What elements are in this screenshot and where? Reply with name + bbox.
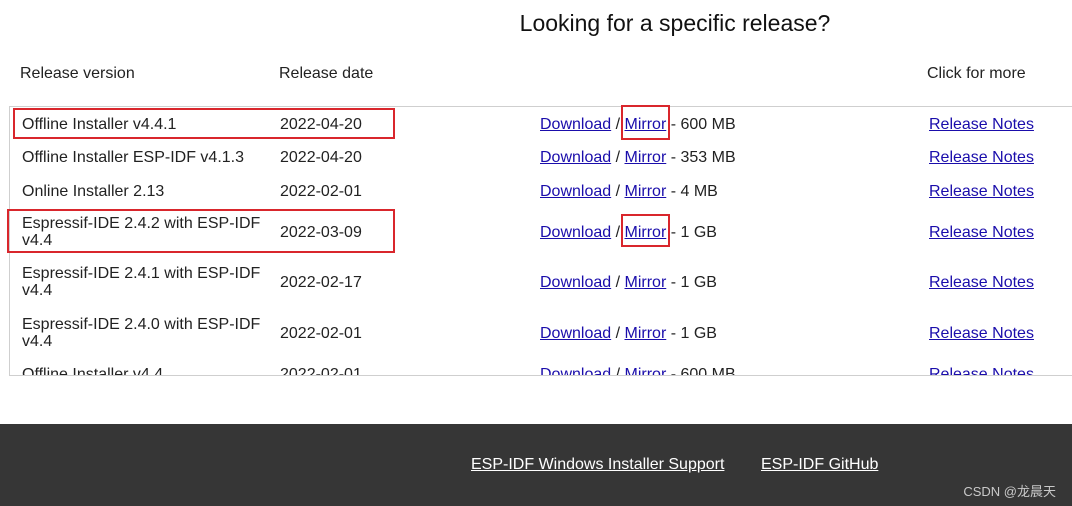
release-name: Espressif-IDE 2.4.2 with ESP-IDF v4.4 (22, 215, 261, 249)
header-click-for-more: Click for more (927, 65, 1026, 82)
file-size: - 4 MB (670, 183, 718, 200)
release-notes-link[interactable]: Release Notes (929, 274, 1034, 291)
file-size: - 353 MB (670, 149, 736, 166)
header-release-version: Release version (20, 65, 135, 82)
download-link[interactable]: Download (540, 183, 611, 200)
release-notes-link[interactable]: Release Notes (929, 116, 1034, 133)
installer-support-link[interactable]: ESP-IDF Windows Installer Support (471, 456, 724, 474)
download-links: Download / Mirror - 1 GB (540, 224, 717, 241)
file-size: - 600 MB (670, 116, 736, 133)
release-date: 2022-04-20 (280, 149, 362, 166)
github-link[interactable]: ESP-IDF GitHub (761, 456, 878, 474)
mirror-link[interactable]: Mirror (625, 183, 667, 200)
mirror-link[interactable]: Mirror (625, 274, 667, 291)
release-name: Online Installer 2.13 (22, 183, 165, 200)
release-date: 2022-02-01 (280, 325, 362, 342)
download-link[interactable]: Download (540, 149, 611, 166)
release-name: Espressif-IDE 2.4.1 with ESP-IDF v4.4 (22, 265, 261, 299)
download-links: Download / Mirror - 600 MB (540, 366, 736, 376)
download-link[interactable]: Download (540, 325, 611, 342)
download-links: Download / Mirror - 4 MB (540, 183, 718, 200)
download-link[interactable]: Download (540, 116, 611, 133)
footer: ESP-IDF Windows Installer Support ESP-ID… (0, 424, 1072, 506)
release-name: Offline Installer ESP-IDF v4.1.3 (22, 149, 245, 166)
release-notes-link[interactable]: Release Notes (929, 149, 1034, 166)
release-notes-link[interactable]: Release Notes (929, 183, 1034, 200)
release-notes-link[interactable]: Release Notes (929, 366, 1034, 375)
file-size: - 1 GB (670, 274, 717, 291)
download-links: Download / Mirror - 600 MB (540, 116, 736, 133)
file-size: - 600 MB (670, 366, 736, 376)
download-links: Download / Mirror - 1 GB (540, 325, 717, 342)
mirror-link[interactable]: Mirror (625, 116, 667, 133)
release-date: 2022-04-20 (280, 116, 362, 133)
file-size: - 1 GB (670, 325, 717, 342)
download-link[interactable]: Download (540, 224, 611, 241)
release-name: Espressif-IDE 2.4.0 with ESP-IDF v4.4 (22, 316, 261, 350)
page-title: Looking for a specific release? (519, 10, 831, 36)
release-name: Offline Installer v4.4.1 (22, 116, 177, 133)
mirror-link[interactable]: Mirror (625, 149, 667, 166)
download-link[interactable]: Download (540, 366, 611, 375)
release-date: 2022-02-01 (280, 366, 362, 376)
release-notes-link[interactable]: Release Notes (929, 224, 1034, 241)
release-date: 2022-02-17 (280, 274, 362, 291)
download-links: Download / Mirror - 353 MB (540, 149, 736, 166)
file-size: - 1 GB (670, 224, 717, 241)
header-release-date: Release date (279, 65, 374, 82)
release-notes-link[interactable]: Release Notes (929, 325, 1034, 342)
release-date: 2022-02-01 (280, 183, 362, 200)
release-name: Offline Installer v4.4 (22, 366, 164, 376)
download-links: Download / Mirror - 1 GB (540, 274, 717, 291)
release-date: 2022-03-09 (280, 224, 362, 241)
mirror-link[interactable]: Mirror (625, 224, 667, 241)
release-table: Offline Installer v4.4.1 2022-04-20 Down… (9, 106, 1072, 376)
mirror-link[interactable]: Mirror (625, 366, 667, 375)
watermark: CSDN @龙晨天 (963, 484, 1056, 499)
mirror-link[interactable]: Mirror (625, 325, 667, 342)
download-link[interactable]: Download (540, 274, 611, 291)
